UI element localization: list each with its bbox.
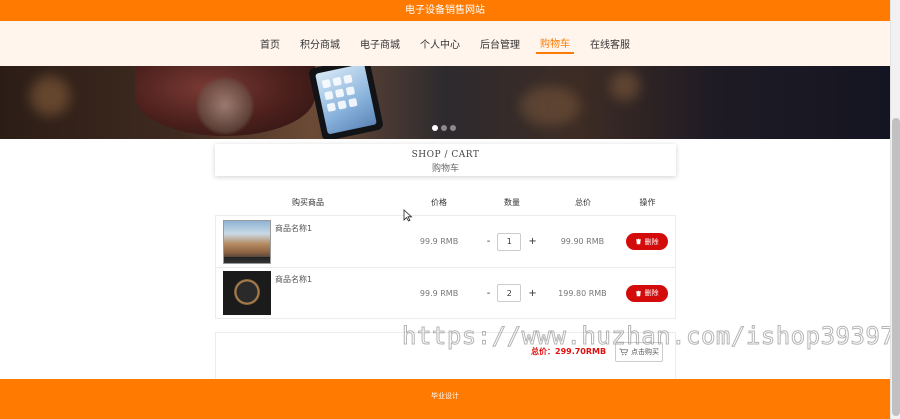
nav-item-online-service[interactable]: 在线客服: [586, 34, 634, 53]
column-header-product: 购买商品: [292, 197, 324, 207]
cart-grand-total: 总价：299.70RMB: [531, 347, 607, 356]
site-title-bar: 电子设备销售网站: [0, 0, 890, 21]
section-title-cn: 购物车: [431, 164, 459, 174]
main-nav: 首页 积分商城 电子商城 个人中心 后台管理 购物车 在线客服: [0, 21, 890, 66]
quantity-increase-button[interactable]: +: [528, 288, 536, 299]
delete-button-label: 删除: [644, 289, 659, 297]
delete-button[interactable]: 删除: [625, 233, 668, 250]
quantity-stepper: - 1 +: [477, 232, 547, 251]
product-name[interactable]: 商品名称1: [275, 274, 312, 285]
site-title: 电子设备销售网站: [405, 5, 485, 16]
nav-item-admin[interactable]: 后台管理: [476, 34, 524, 53]
product-price: 99.9 RMB: [419, 237, 459, 246]
quantity-input[interactable]: 2: [497, 284, 522, 302]
footer-text: 毕业设计: [431, 392, 459, 400]
product-name[interactable]: 商品名称1: [275, 223, 312, 234]
cup-logo-image: [195, 76, 255, 136]
cart-row: 商品名称1 99.9 RMB - 1 + 99.90 RMB 删除: [215, 215, 676, 267]
carousel-dots: [432, 125, 456, 131]
carousel-dot-1[interactable]: [432, 125, 438, 131]
product-price: 99.9 RMB: [419, 288, 459, 298]
trash-icon: [635, 290, 641, 296]
row-total-price: 99.90 RMB: [560, 237, 605, 246]
cart-icon: [619, 348, 628, 356]
section-title-en: SHOP / CART: [411, 150, 480, 160]
section-title-card: SHOP / CART 购物车: [215, 144, 676, 176]
nav-item-cart[interactable]: 购物车: [536, 33, 574, 54]
checkout-button[interactable]: 点击购买: [615, 342, 663, 362]
cart-row: 商品名称1 99.9 RMB - 2 + 199.80 RMB 删除: [215, 267, 676, 319]
cart-table: 购买商品 价格 数量 总价 操作 商品名称1 99.9 RMB - 1 + 99…: [215, 189, 676, 319]
quantity-stepper: - 2 +: [477, 284, 547, 302]
scrollbar-thumb[interactable]: [892, 118, 900, 416]
phone-image: [307, 66, 385, 139]
checkout-button-label: 点击购买: [631, 348, 659, 356]
delete-button-label: 删除: [644, 237, 659, 246]
quantity-decrease-button[interactable]: -: [487, 236, 491, 247]
carousel-dot-3[interactable]: [450, 125, 456, 131]
product-thumbnail-watch[interactable]: [223, 271, 271, 315]
delete-button[interactable]: 删除: [625, 284, 668, 302]
mouse-cursor-icon: [403, 209, 413, 222]
quantity-input[interactable]: 1: [497, 232, 522, 251]
column-header-action: 操作: [639, 197, 656, 207]
nav-item-electronics-mall[interactable]: 电子商城: [356, 34, 404, 53]
vertical-scrollbar[interactable]: [890, 0, 900, 419]
product-thumbnail-monitor[interactable]: [223, 219, 271, 264]
quantity-increase-button[interactable]: +: [528, 236, 536, 247]
page: 电子设备销售网站 首页 积分商城 电子商城 个人中心 后台管理 购物车 在线客服: [0, 0, 900, 419]
cart-table-header: 购买商品 价格 数量 总价 操作: [215, 189, 676, 215]
nav-item-points-mall[interactable]: 积分商城: [296, 34, 344, 53]
column-header-price: 价格: [431, 197, 447, 207]
nav-item-home[interactable]: 首页: [256, 34, 284, 53]
carousel-dot-2[interactable]: [441, 125, 447, 131]
footer: 毕业设计: [0, 379, 890, 419]
quantity-decrease-button[interactable]: -: [487, 288, 491, 299]
nav-item-personal-center[interactable]: 个人中心: [416, 34, 464, 53]
cart-summary: 总价：299.70RMB 点击购买: [215, 332, 676, 380]
row-total-price: 199.80 RMB: [558, 288, 607, 298]
trash-icon: [635, 238, 641, 245]
column-header-quantity: 数量: [504, 197, 520, 207]
column-header-total: 总价: [575, 197, 591, 207]
